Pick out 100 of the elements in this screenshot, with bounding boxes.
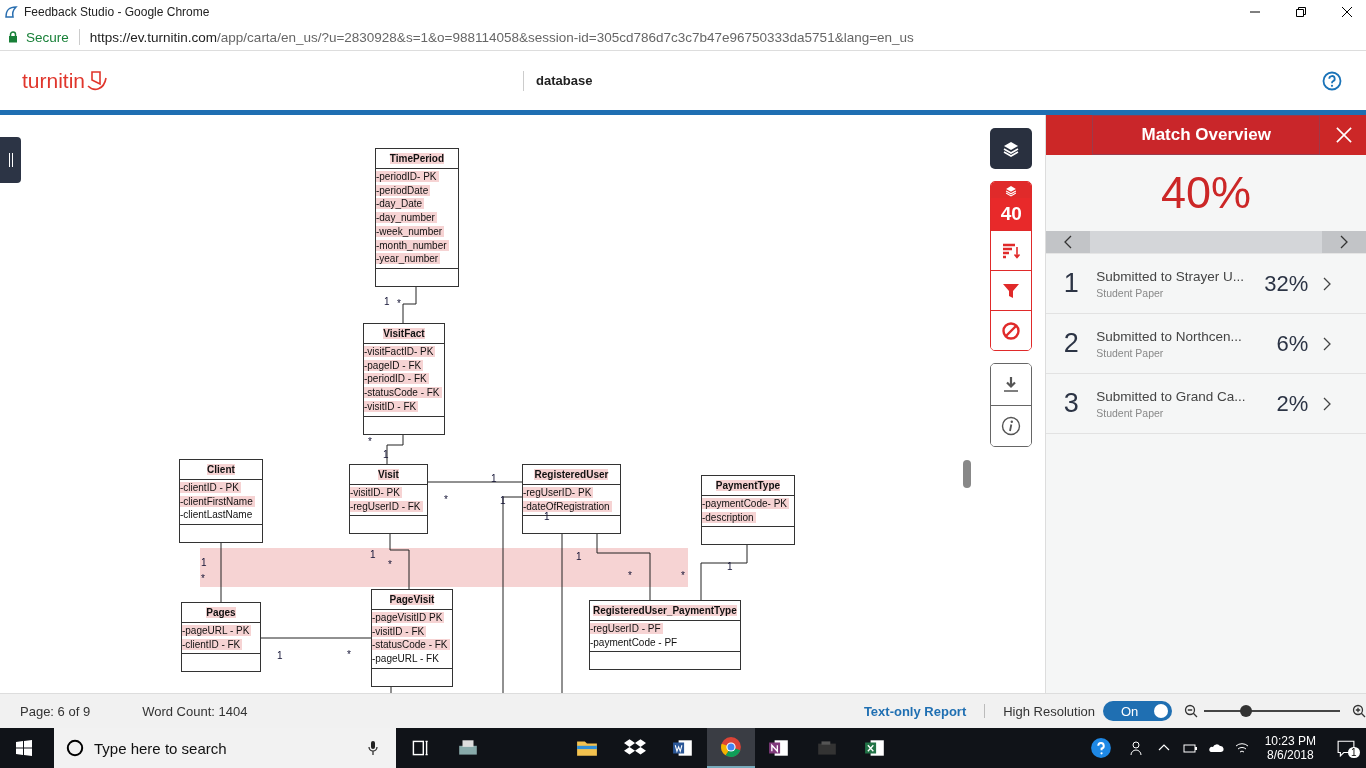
- onenote-app-icon[interactable]: [768, 737, 790, 759]
- connector-line: [700, 543, 748, 601]
- entity-attribute: -paymentCode- PK: [701, 498, 789, 509]
- panel-title: Match Overview: [1092, 115, 1321, 155]
- connector-line: [389, 532, 410, 590]
- zoom-in-icon[interactable]: [1352, 704, 1366, 718]
- multiplicity-label: 1: [726, 561, 733, 573]
- match-number: 3: [1062, 388, 1080, 419]
- match-source: Submitted to Grand Ca...: [1096, 388, 1247, 404]
- connector-line: [390, 685, 392, 693]
- taskbar-search-field[interactable]: Type here to search: [54, 728, 396, 768]
- multiplicity-label: 1: [383, 296, 390, 308]
- help-icon[interactable]: [1322, 70, 1342, 91]
- entity-attribute: -pageURL - FK: [371, 653, 440, 665]
- word-count: Word Count: 1404: [142, 703, 248, 719]
- match-percent: 6%: [1275, 330, 1309, 357]
- entity-attribute: -periodID- PK: [375, 171, 439, 182]
- microphone-icon[interactable]: [368, 740, 378, 756]
- entity-attribute: -clientLastName: [179, 509, 254, 521]
- match-percent: 2%: [1275, 390, 1309, 417]
- multiplicity-label: 1: [369, 549, 376, 561]
- entity-attribute: -statusCode - FK: [363, 387, 442, 399]
- circle-icon[interactable]: [66, 739, 84, 757]
- entity-attribute: -visitID - FK: [363, 400, 419, 412]
- clock[interactable]: 10:23 PM 8/6/2018: [1264, 734, 1316, 762]
- text-only-report-link[interactable]: Text-only Report: [863, 703, 967, 719]
- multiplicity-label: *: [387, 559, 392, 571]
- restore-icon[interactable]: [1296, 7, 1306, 17]
- match-number: 1: [1062, 268, 1080, 299]
- entity-attribute: -visitID- PK: [349, 487, 402, 498]
- close-icon[interactable]: [1342, 7, 1352, 17]
- entity-attribute: -day_Date: [375, 198, 425, 210]
- entity-attribute: -regUserID- PK: [522, 487, 594, 498]
- info-icon: [1001, 416, 1022, 436]
- connector-line: [596, 533, 651, 601]
- multiplicity-label: *: [346, 649, 351, 661]
- entity-attribute: -pageVisitID PK: [371, 612, 445, 623]
- connector-line: [386, 433, 404, 465]
- zoom-slider-thumb[interactable]: [1240, 705, 1253, 717]
- side-panel-handle[interactable]: [0, 137, 21, 183]
- match-item[interactable]: 3 Submitted to Grand Ca... Student Paper 2%: [1046, 374, 1366, 434]
- match-type: Student Paper: [1096, 406, 1165, 419]
- entity-name: Visit: [378, 469, 399, 480]
- entity-attribute: -description: [701, 511, 756, 523]
- match-source: Submitted to Northcen...: [1096, 328, 1243, 344]
- multiplicity-label: 1: [575, 551, 582, 563]
- entity-name: Client: [207, 464, 235, 475]
- windows-start-icon[interactable]: [16, 740, 32, 756]
- previous-icon[interactable]: [1046, 231, 1091, 253]
- document-title: database: [523, 71, 593, 91]
- entity-attribute: -pageURL - PK: [181, 625, 252, 636]
- entity-name: PaymentType: [715, 480, 781, 491]
- info-button[interactable]: [991, 405, 1032, 446]
- layers-button[interactable]: [990, 128, 1033, 169]
- overall-similarity-score: 40%: [1160, 166, 1253, 220]
- help-app-icon[interactable]: [1089, 737, 1112, 759]
- multiplicity-label: 1: [276, 650, 283, 662]
- multiplicity-label: *: [396, 298, 401, 310]
- excel-app-icon[interactable]: [864, 737, 886, 759]
- multiplicity-label: *: [443, 494, 448, 506]
- turnitin-logo[interactable]: turnitin: [22, 68, 109, 93]
- chevron-right-icon: [1322, 335, 1333, 352]
- entity-attribute: -week_number: [375, 225, 445, 237]
- match-type: Student Paper: [1096, 346, 1165, 359]
- entity-name: RegisteredUser: [534, 469, 609, 480]
- entity-name: TimePeriod: [389, 153, 445, 164]
- entity-attribute: -year_number: [375, 253, 441, 265]
- match-type: Student Paper: [1096, 286, 1165, 299]
- entity-attribute: -dateOfRegistration: [522, 500, 612, 512]
- match-source: Submitted to Strayer U...: [1096, 268, 1246, 284]
- match-item[interactable]: 2 Submitted to Northcen... Student Paper 6%: [1046, 314, 1366, 374]
- multiplicity-label: *: [200, 573, 205, 585]
- block-icon: [1001, 320, 1022, 341]
- exclude-button[interactable]: [991, 310, 1032, 350]
- entity-attribute: -pageID - FK: [363, 359, 424, 371]
- entity-attribute: -periodID - FK: [363, 373, 429, 385]
- entity-name: VisitFact: [383, 328, 425, 339]
- match-number: 2: [1062, 328, 1080, 359]
- page-indicator: Page: 6 of 9: [20, 703, 91, 719]
- word-app-icon[interactable]: [672, 737, 694, 759]
- match-percent: 32%: [1263, 270, 1309, 297]
- similarity-score-button[interactable]: 40: [991, 182, 1032, 230]
- zoom-out-icon[interactable]: [1184, 704, 1198, 718]
- notifications-button[interactable]: 1: [1326, 728, 1366, 768]
- entity-attribute: -visitFactID- PK: [363, 346, 436, 357]
- multiplicity-label: 1: [499, 495, 506, 507]
- multiplicity-label: 1: [490, 473, 497, 485]
- high-resolution-toggle[interactable]: On: [1103, 701, 1172, 721]
- match-item[interactable]: 1 Submitted to Strayer U... Student Paper 32%: [1046, 254, 1366, 314]
- notification-icon: [1337, 739, 1355, 757]
- entity-attribute: -clientFirstName: [179, 495, 255, 507]
- chevron-right-icon: [1322, 395, 1333, 412]
- chrome-browser-icon[interactable]: [720, 736, 742, 758]
- browser-icon: [4, 5, 18, 19]
- entity-name: RegisteredUser_PaymentType: [592, 605, 737, 616]
- multiplicity-label: 1: [543, 511, 550, 523]
- chevron-right-icon: [1322, 275, 1333, 292]
- entity-attribute: -clientID - PK: [179, 482, 241, 493]
- scrollbar-thumb[interactable]: [963, 460, 972, 488]
- url-text[interactable]: https://ev.turnitin.com/app/carta/en_us/?u=2830928&s=1&o=988114058&session-id=305cd786d7c3c7b47e96750333da5751&lang=en_us: [89, 29, 914, 45]
